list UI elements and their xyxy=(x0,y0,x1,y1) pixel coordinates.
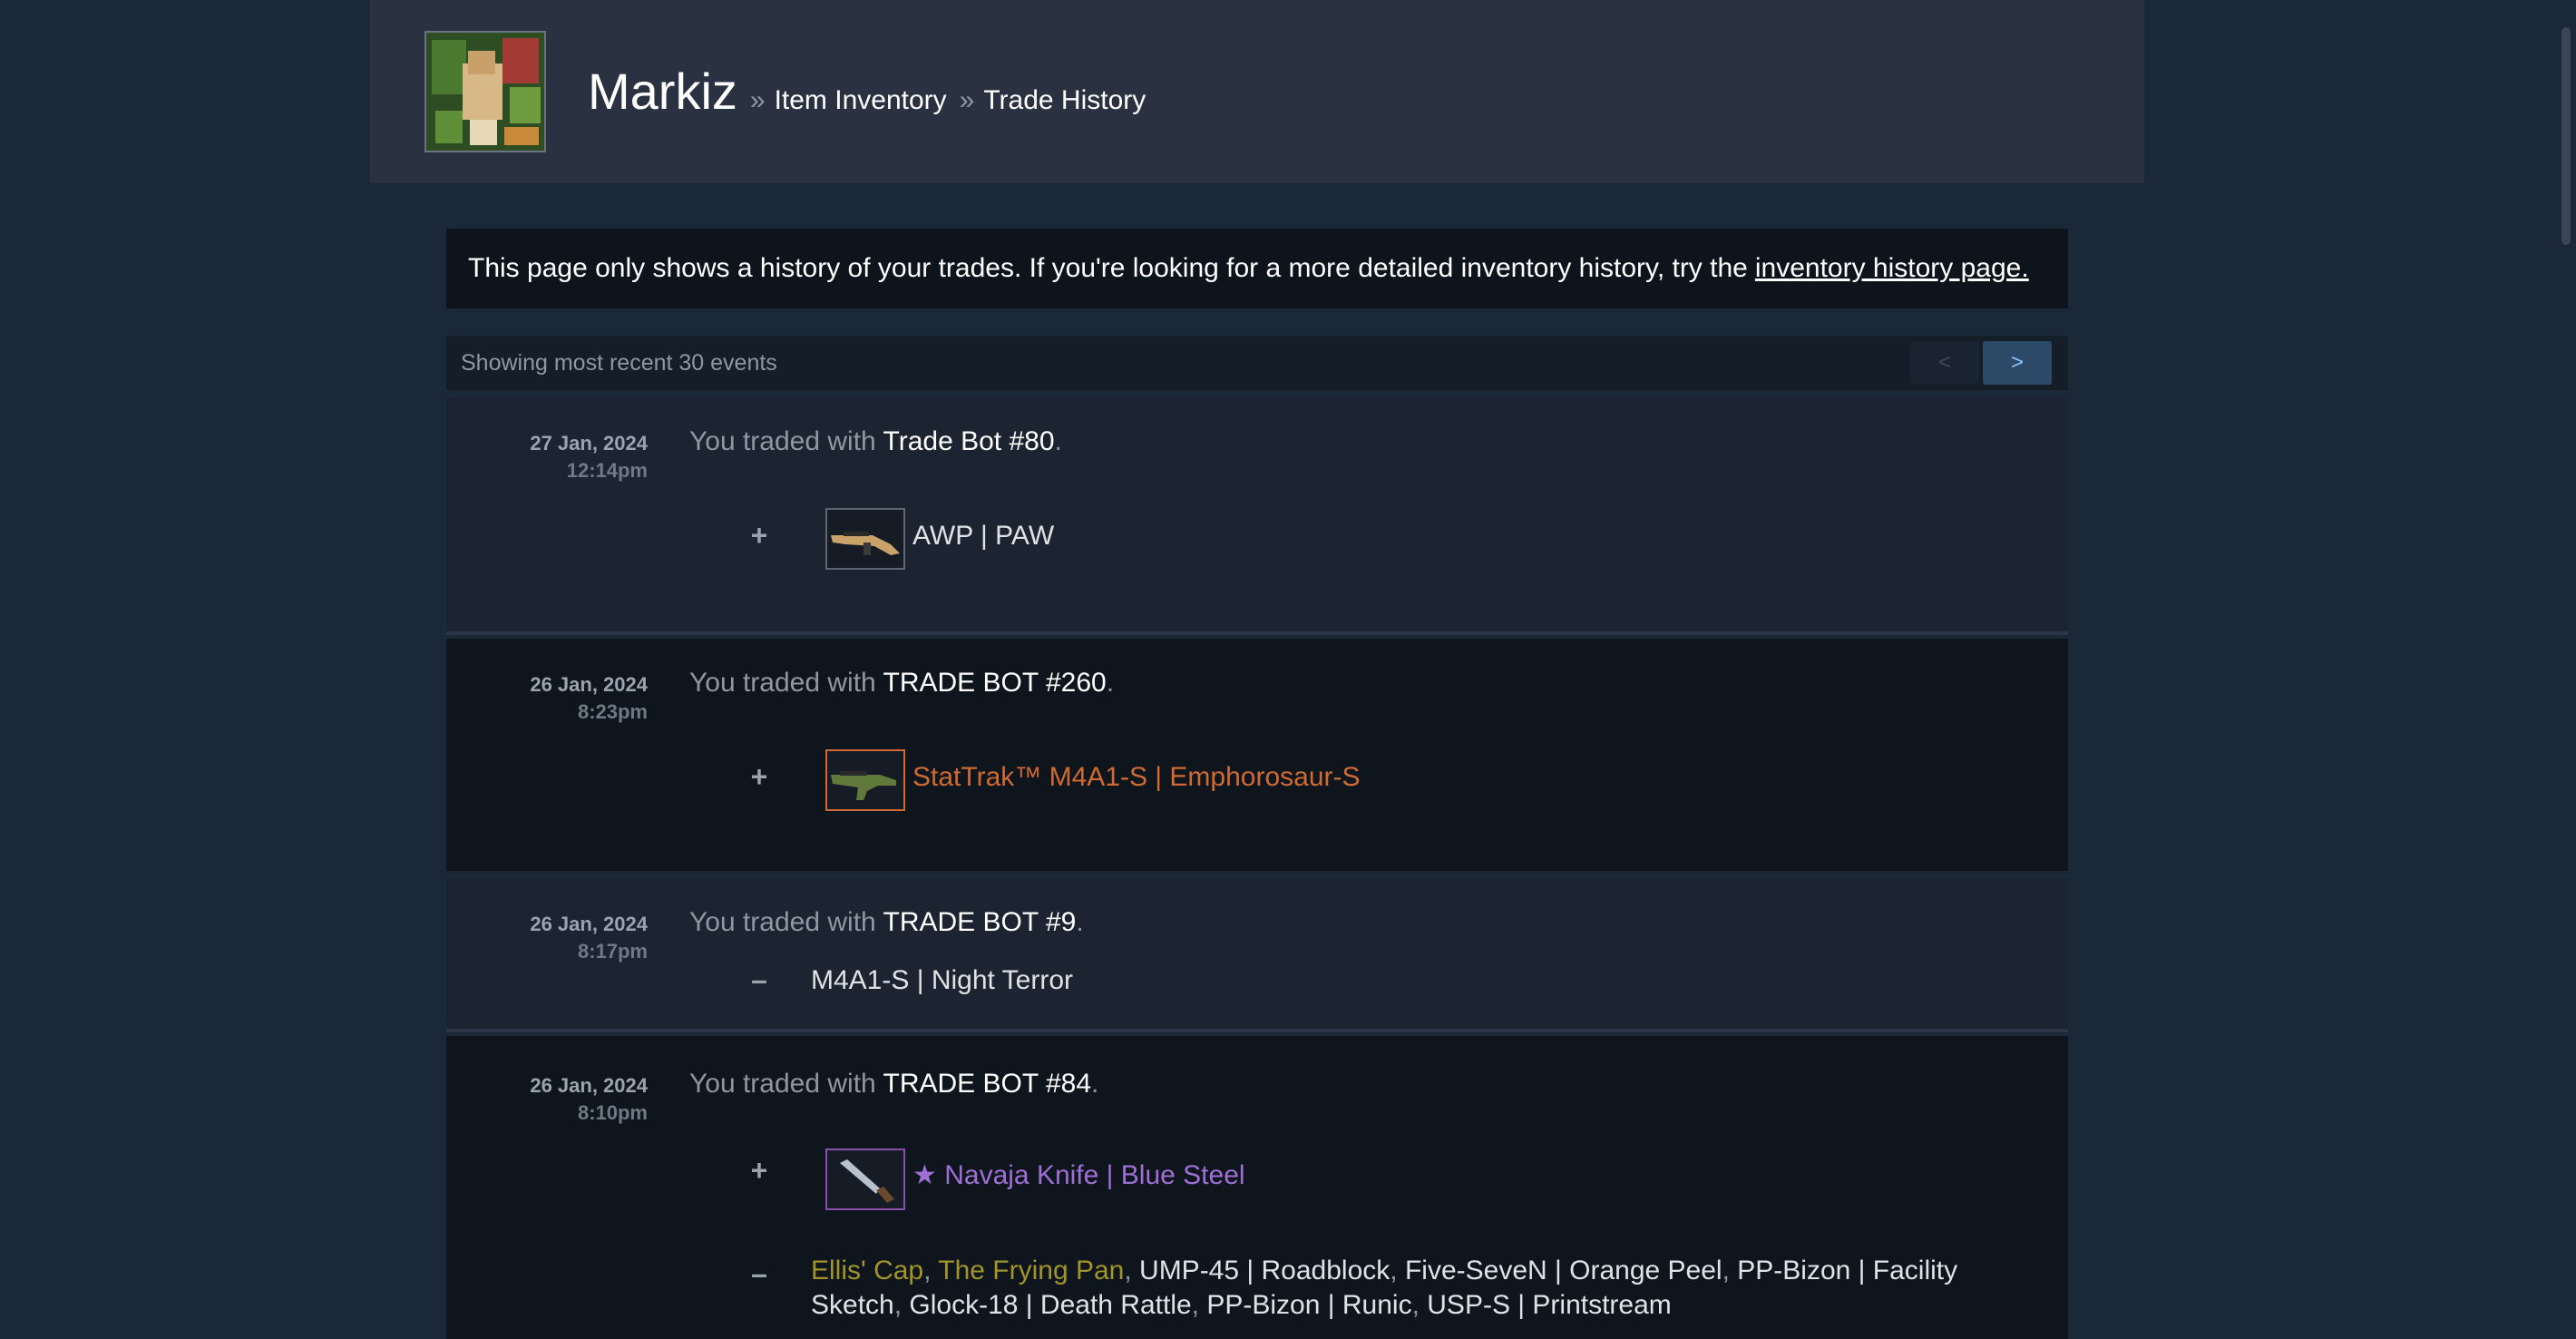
history-pager: Showing most recent 30 events < > xyxy=(446,336,2068,390)
received-plus-icon: + xyxy=(750,760,768,793)
trade-period: . xyxy=(1091,1069,1099,1099)
trade-description: You traded with TRADE BOT #260. xyxy=(689,668,1114,699)
item-thumbnail[interactable] xyxy=(825,749,905,811)
next-page-button[interactable]: > xyxy=(1983,341,2052,385)
given-minus-icon: – xyxy=(751,963,767,996)
knife-icon xyxy=(840,1159,894,1203)
history-notice: This page only shows a history of your t… xyxy=(446,229,2068,308)
rifle-icon xyxy=(831,771,896,800)
trade-date: 27 Jan, 2024 xyxy=(530,432,648,454)
item-separator: , xyxy=(1390,1256,1398,1285)
trade-period: . xyxy=(1076,907,1084,937)
pager-status: Showing most recent 30 events xyxy=(461,349,777,376)
trade-prefix: You traded with xyxy=(689,426,876,456)
item-separator: , xyxy=(1124,1256,1132,1285)
trade-prefix: You traded with xyxy=(689,1069,876,1099)
given-item-name[interactable]: Ellis' Cap xyxy=(811,1256,923,1285)
trade-description: You traded with Trade Bot #80. xyxy=(689,426,1062,457)
received-item-name[interactable]: ★ Navaja Knife | Blue Steel xyxy=(912,1159,1245,1191)
item-separator: , xyxy=(1191,1290,1200,1320)
trade-prefix: You traded with xyxy=(689,907,876,937)
trade-time: 12:14pm xyxy=(566,459,648,482)
inventory-history-link[interactable]: inventory history page. xyxy=(1755,253,2029,284)
given-minus-icon: – xyxy=(751,1257,767,1290)
trade-row: 26 Jan, 2024 8:10pm You traded with TRAD… xyxy=(446,1036,2068,1339)
item-separator: , xyxy=(923,1256,932,1285)
trade-partner-link[interactable]: TRADE BOT #9 xyxy=(883,907,1077,937)
trade-partner-link[interactable]: TRADE BOT #260 xyxy=(883,668,1107,698)
given-items-list: Ellis' Cap, The Frying Pan, UMP-45 | Roa… xyxy=(811,1254,2026,1323)
given-item-name[interactable]: UMP-45 | Roadblock xyxy=(1139,1256,1390,1285)
notice-text: This page only shows a history of your t… xyxy=(468,253,1748,283)
item-thumbnail[interactable] xyxy=(825,1148,905,1210)
item-separator: , xyxy=(1411,1290,1420,1320)
trade-time: 8:23pm xyxy=(577,700,648,723)
trade-description: You traded with TRADE BOT #84. xyxy=(689,1069,1098,1100)
trade-partner-link[interactable]: TRADE BOT #84 xyxy=(883,1069,1092,1099)
received-plus-icon: + xyxy=(750,1154,768,1187)
given-item-name[interactable]: Glock-18 | Death Rattle xyxy=(909,1290,1191,1320)
given-item-name[interactable]: M4A1-S | Night Terror xyxy=(811,965,1073,996)
trade-row: 27 Jan, 2024 12:14pm You traded with Tra… xyxy=(446,397,2068,635)
page-scrollbar[interactable] xyxy=(2556,0,2576,1339)
given-item-name[interactable]: USP-S | Printstream xyxy=(1427,1290,1672,1320)
breadcrumb-item-inventory[interactable]: Item Inventory xyxy=(775,85,947,116)
trade-partner-link[interactable]: Trade Bot #80 xyxy=(883,426,1055,456)
trade-period: . xyxy=(1054,426,1062,456)
trade-row: 26 Jan, 2024 8:17pm You traded with TRAD… xyxy=(446,878,2068,1032)
received-item-name[interactable]: AWP | PAW xyxy=(912,521,1054,552)
trade-prefix: You traded with xyxy=(689,668,876,698)
profile-name-link[interactable]: Markiz xyxy=(588,62,737,121)
trade-date: 26 Jan, 2024 xyxy=(530,913,648,935)
item-separator: , xyxy=(1722,1256,1730,1285)
scrollbar-thumb[interactable] xyxy=(2561,27,2571,245)
trade-date: 26 Jan, 2024 xyxy=(530,673,648,696)
given-item-name[interactable]: PP-Bizon | Runic xyxy=(1206,1290,1411,1320)
trade-row: 26 Jan, 2024 8:23pm You traded with TRAD… xyxy=(446,639,2068,875)
trade-period: . xyxy=(1106,668,1115,698)
avatar-image xyxy=(426,33,544,151)
trade-time: 8:17pm xyxy=(577,940,648,963)
breadcrumb-item-trade-history[interactable]: Trade History xyxy=(983,85,1146,116)
avatar[interactable] xyxy=(424,31,546,152)
trade-time: 8:10pm xyxy=(577,1101,648,1124)
given-item-name[interactable]: The Frying Pan xyxy=(938,1256,1124,1285)
trade-date: 26 Jan, 2024 xyxy=(530,1074,648,1097)
breadcrumb-separator: » xyxy=(959,85,975,115)
prev-page-button[interactable]: < xyxy=(1910,341,1979,385)
received-plus-icon: + xyxy=(750,519,768,552)
trade-description: You traded with TRADE BOT #9. xyxy=(689,907,1084,938)
received-item-name[interactable]: StatTrak™ M4A1-S | Emphorosaur-S xyxy=(912,762,1361,793)
item-thumbnail[interactable] xyxy=(825,508,905,570)
item-separator: , xyxy=(893,1290,903,1320)
given-item-name[interactable]: Five-SeveN | Orange Peel xyxy=(1405,1256,1722,1285)
rifle-icon xyxy=(831,532,900,555)
breadcrumb-separator: » xyxy=(749,85,766,115)
breadcrumb: Markiz » Item Inventory » Trade History xyxy=(588,62,1146,125)
